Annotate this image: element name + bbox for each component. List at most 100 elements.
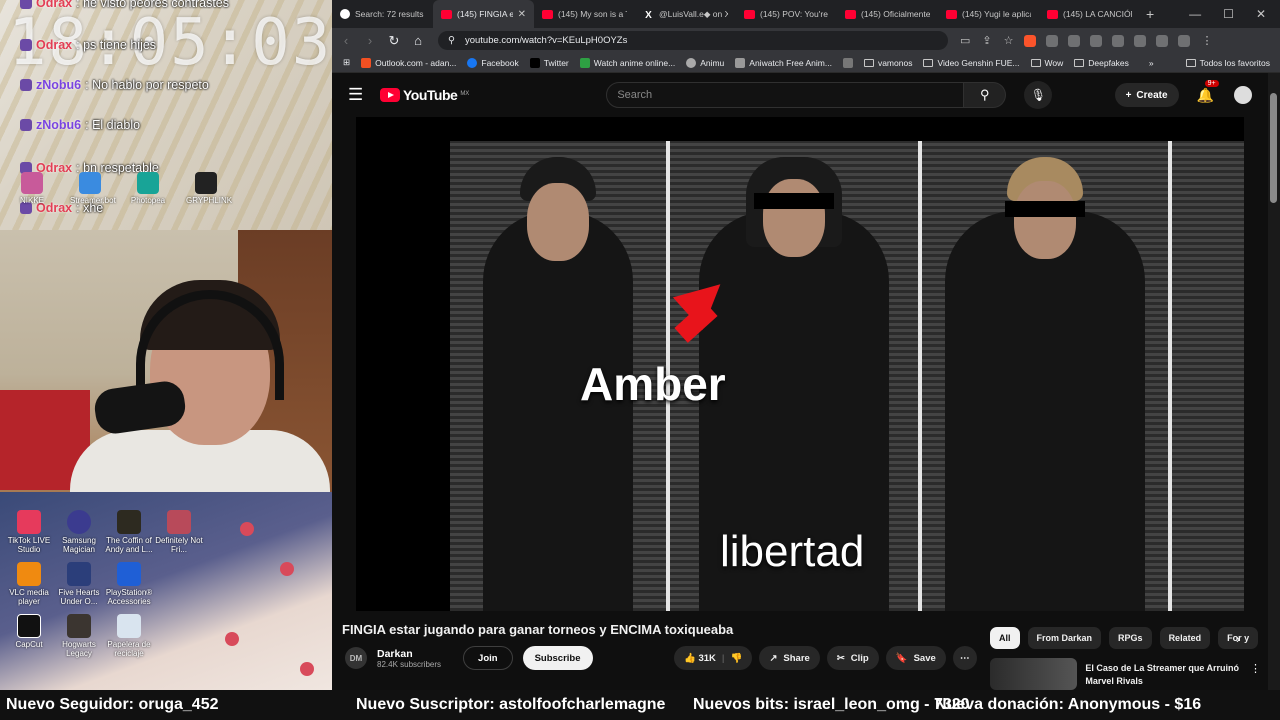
close-window-icon[interactable]: ✕ xyxy=(1256,7,1266,21)
browser-tab[interactable]: (145) My son is a T xyxy=(534,0,635,28)
bookmark-star-icon[interactable]: ☆ xyxy=(1004,34,1014,47)
bookmark-item[interactable]: Watch anime online... xyxy=(579,57,675,68)
voice-search-button[interactable]: 🎙 xyxy=(1024,81,1053,109)
browser-tab[interactable]: Search: 72 results f xyxy=(332,0,433,28)
desktop-icon[interactable]: Five Hearts Under O... xyxy=(54,562,104,606)
twitch-badge-icon xyxy=(20,79,32,91)
bookmark-folder[interactable]: Deepfakes xyxy=(1074,58,1129,68)
chat-message-text: ne visto peores contrastes xyxy=(83,0,230,10)
menu-kebab-icon[interactable]: ⋮ xyxy=(1202,34,1213,47)
extension-icon[interactable] xyxy=(1089,34,1102,47)
url-field[interactable]: ⚲ youtube.com/watch?v=KEuLpH0OYZs xyxy=(438,31,948,50)
like-button[interactable]: 👍 31K xyxy=(684,653,716,664)
desktop-icon[interactable]: TikTok LIVE Studio xyxy=(4,510,54,554)
recommended-title[interactable]: El Caso de La Streamer que Arruinó Marve… xyxy=(1085,662,1252,690)
channel-name[interactable]: Darkan xyxy=(377,648,441,660)
sidebar-icon[interactable] xyxy=(1155,34,1168,47)
extension-icon[interactable] xyxy=(1067,34,1080,47)
more-actions-button[interactable]: ⋯ xyxy=(952,646,977,670)
youtube-logo[interactable]: YouTube MX xyxy=(380,87,469,103)
search-input[interactable]: Search xyxy=(606,82,965,108)
chat-overlay: 18:05:03 Odrax: ne visto peores contrast… xyxy=(0,0,332,230)
desktop-icon[interactable]: PlayStation® Accessories xyxy=(104,562,154,606)
browser-tab[interactable]: (145) POV: You're a xyxy=(736,0,837,28)
home-icon[interactable]: ⌂ xyxy=(408,33,428,48)
browser-tab[interactable]: (145) Yugi le aplica xyxy=(938,0,1039,28)
extensions-puzzle-icon[interactable] xyxy=(1111,34,1124,47)
account-avatar[interactable] xyxy=(1234,86,1252,104)
twitter-icon xyxy=(529,57,540,68)
media-icon[interactable] xyxy=(1133,34,1146,47)
bookmark-label: Wow xyxy=(1044,57,1064,68)
chip-rpgs[interactable]: RPGs xyxy=(1109,627,1152,649)
subscribe-button[interactable]: Subscribe xyxy=(522,646,593,670)
browser-tab[interactable]: (145) LA CANCIÓN xyxy=(1039,0,1140,28)
join-button[interactable]: Join xyxy=(463,646,513,670)
desktop-icon-label: The Coffin of Andy and L... xyxy=(105,536,153,554)
close-icon[interactable]: ✕ xyxy=(518,9,526,20)
bookmark-item[interactable]: Aniwatch Free Anim... xyxy=(735,57,832,68)
notifications-button[interactable]: 🔔 9+ xyxy=(1197,79,1219,104)
recommended-thumbnail[interactable] xyxy=(990,658,1078,690)
bookmark-item[interactable]: Outlook.com - adan... xyxy=(361,57,456,68)
new-tab-button[interactable]: + xyxy=(1140,6,1160,22)
chip-related[interactable]: Related xyxy=(1159,627,1211,649)
back-icon[interactable]: ‹ xyxy=(336,33,356,48)
bookmark-item[interactable]: Facebook xyxy=(467,57,519,68)
thumbs-down-icon[interactable]: 👎 xyxy=(731,653,743,664)
nikke-icon xyxy=(21,172,43,194)
desktop-icon[interactable]: CapCut xyxy=(4,614,54,658)
minimize-icon[interactable]: — xyxy=(1189,7,1201,21)
desktop-icon[interactable]: Samsung Magician xyxy=(54,510,104,554)
desktop-icon[interactable]: Hogwarts Legacy xyxy=(54,614,104,658)
apps-icon[interactable]: ⊞ xyxy=(343,57,350,68)
extension-icon[interactable] xyxy=(1045,34,1058,47)
chip-all[interactable]: All xyxy=(990,627,1020,649)
all-bookmarks[interactable]: Todos los favoritos xyxy=(1185,58,1270,68)
share-label: Share xyxy=(783,652,810,664)
video-player[interactable]: Amber libertad xyxy=(356,117,1244,611)
desktop-icon-nikke[interactable]: NIKKE xyxy=(12,172,52,205)
share-button[interactable]: ↗ Share xyxy=(759,646,820,670)
scrollbar-thumb[interactable] xyxy=(1270,93,1277,203)
desktop-icon[interactable]: VLC media player xyxy=(4,562,54,606)
maximize-icon[interactable]: ☐ xyxy=(1223,7,1234,21)
bookmark-folder[interactable]: vamonos xyxy=(863,58,912,68)
recommended-video[interactable]: El Caso de La Streamer que Arruinó Marve… xyxy=(990,658,1252,690)
create-button[interactable]: + Create xyxy=(1114,83,1179,107)
search-button[interactable]: ⚲ xyxy=(964,82,1007,108)
bookmark-folder[interactable]: Video Genshin FUE... xyxy=(923,58,1020,68)
desktop-icon[interactable]: Definitely Not Fri... xyxy=(154,510,204,554)
reload-icon[interactable]: ↻ xyxy=(384,33,404,49)
outlook-icon xyxy=(361,57,372,68)
bookmarks-overflow-icon[interactable]: » xyxy=(1149,58,1154,68)
desktop-icon-streamerbot[interactable]: Streamer.bot xyxy=(70,172,116,205)
browser-tab[interactable]: (145) Oficialmente xyxy=(837,0,938,28)
cast-icon[interactable]: ▭ xyxy=(960,34,970,47)
chevron-right-icon[interactable]: › xyxy=(1236,632,1240,646)
desktop-icon[interactable]: Papelera de reciclaje xyxy=(104,614,154,658)
more-vertical-icon[interactable]: ⋮ xyxy=(1250,662,1261,675)
save-button[interactable]: 🔖 Save xyxy=(885,646,946,670)
bookmark-item[interactable]: Animu xyxy=(686,57,724,68)
browser-tab[interactable]: X @LuisVall.e◆ on X xyxy=(635,0,736,28)
desktop-icon-label: Papelera de reciclaje xyxy=(107,640,151,658)
folder-icon xyxy=(923,58,934,67)
clip-button[interactable]: ✂ Clip xyxy=(826,646,879,670)
desktop-icon-gryphlink[interactable]: GRYPHLINK xyxy=(186,172,232,205)
desktop-icon-photopea[interactable]: Photopea xyxy=(128,172,168,205)
share-page-icon[interactable]: ⇪ xyxy=(982,34,991,47)
profile-icon[interactable] xyxy=(1177,34,1190,47)
forward-icon[interactable]: › xyxy=(360,33,380,48)
window-controls: — ☐ ✕ xyxy=(1189,7,1280,21)
browser-tab-active[interactable]: (145) FINGIA e ✕ xyxy=(433,0,534,28)
brave-shield-icon[interactable] xyxy=(1023,34,1036,47)
hamburger-menu-icon[interactable]: ☰ xyxy=(348,85,372,105)
bookmark-folder[interactable]: Wow xyxy=(1030,57,1064,68)
channel-avatar[interactable]: DM xyxy=(345,647,367,669)
bookmark-item[interactable]: Twitter xyxy=(529,57,569,68)
desktop-icon[interactable]: The Coffin of Andy and L... xyxy=(104,510,154,554)
site-info-icon[interactable]: ⚲ xyxy=(448,35,455,46)
bookmark-item[interactable] xyxy=(842,57,853,68)
chip-from-channel[interactable]: From Darkan xyxy=(1027,627,1102,649)
